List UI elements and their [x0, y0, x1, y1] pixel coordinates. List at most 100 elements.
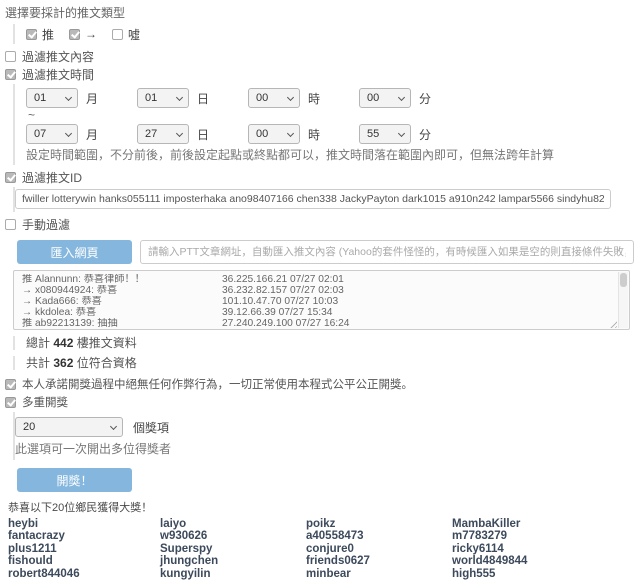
boo-checkbox[interactable] — [112, 29, 123, 40]
push-type-title: 選擇要採計的推文類型 — [5, 6, 634, 20]
filter-id-checkbox[interactable] — [5, 172, 16, 183]
minute-unit-label: 分 — [419, 126, 431, 143]
import-row: 匯入網頁 — [17, 240, 634, 264]
time-end-row: 07 月 27 日 00 時 55 分 — [26, 123, 634, 145]
day-unit-label: 日 — [197, 90, 209, 107]
prize-count-select[interactable]: 20 — [15, 417, 123, 437]
draw-button[interactable]: 開獎！ — [17, 468, 132, 492]
time-range-block: 01 月 01 日 00 時 00 分 ~ 07 月 27 — [13, 84, 634, 165]
filter-id-label: 過濾推文ID — [22, 169, 82, 186]
import-page-button[interactable]: 匯入網頁 — [17, 240, 132, 264]
comments-textarea[interactable]: 推 Alannunn: 恭喜律師！！ 36.225.166.21 07/27 0… — [13, 270, 630, 330]
multi-draw-checkbox[interactable] — [5, 397, 16, 408]
arrow-checkbox[interactable] — [69, 29, 80, 40]
chevron-down-icon — [287, 130, 294, 137]
winner-name: kungyilin — [160, 568, 306, 580]
winner-name: world4849844 — [452, 555, 634, 567]
winner-column: MambaKiller m7783279 ricky6114 world4849… — [452, 518, 634, 580]
comment-row: → kkdolea: 恭喜 39.12.66.39 07/27 15:34 — [22, 307, 613, 318]
hour-unit-label: 時 — [308, 90, 320, 107]
scrollbar-track[interactable] — [618, 272, 628, 328]
filter-time-row: 過濾推文時間 — [5, 66, 634, 82]
end-month-select[interactable]: 07 — [26, 124, 78, 144]
winner-name: jhungchen — [160, 555, 306, 567]
filter-content-checkbox[interactable] — [5, 51, 16, 62]
comment-row: 推 ab92213139: 抽抽 27.240.249.100 07/27 16… — [22, 318, 613, 329]
filter-content-row: 過濾推文內容 — [5, 48, 634, 64]
qualified-users-count: 362 — [53, 356, 73, 370]
arrow-checkbox-label: → — [85, 27, 97, 41]
winner-name: MambaKiller — [452, 518, 634, 530]
lottery-helper-page: 選擇要採計的推文類型 推 → 噓 過濾推文內容 過濾推文時間 01 月 — [0, 0, 640, 580]
prize-unit-label: 個獎項 — [133, 419, 169, 436]
start-hour-select[interactable]: 00 — [248, 88, 300, 108]
winner-name: laiyo — [160, 518, 306, 530]
push-type-option-arrow: → — [69, 27, 97, 41]
push-type-option-push: 推 — [26, 26, 54, 43]
comment-row: → x080944924: 恭喜 36.232.82.157 07/27 02:… — [22, 285, 613, 296]
manual-filter-label: 手動過濾 — [22, 216, 70, 233]
winner-name: ricky6114 — [452, 543, 634, 555]
winner-name: m7783279 — [452, 530, 634, 542]
qualified-users-stat: 共計 362 位符合資格 — [13, 356, 634, 370]
chevron-down-icon — [287, 94, 294, 101]
hour-unit-label: 時 — [308, 126, 320, 143]
filter-id-block — [13, 187, 634, 212]
range-tilde: ~ — [28, 110, 634, 122]
article-url-input[interactable] — [140, 240, 634, 264]
winner-name: Superspy — [160, 543, 306, 555]
push-type-options: 推 → 噓 — [13, 24, 634, 44]
end-hour-select[interactable]: 00 — [248, 124, 300, 144]
winner-name: plus1211 — [8, 543, 160, 555]
manual-filter-checkbox[interactable] — [5, 219, 16, 230]
multi-draw-label: 多重開獎 — [22, 394, 68, 410]
winner-column: heybi fantacrazy plus1211 fishould rober… — [8, 518, 160, 580]
total-comments-stat: 總計 442 樓推文資料 — [13, 336, 634, 350]
winner-name: robert844046 — [8, 568, 160, 580]
end-day-select[interactable]: 27 — [137, 124, 189, 144]
start-month-select[interactable]: 01 — [26, 88, 78, 108]
fairness-promise-checkbox[interactable] — [5, 379, 16, 390]
winner-list: heybi fantacrazy plus1211 fishould rober… — [8, 518, 634, 580]
multi-draw-row: 多重開獎 — [5, 394, 634, 410]
boo-checkbox-label: 噓 — [128, 26, 140, 43]
month-unit-label: 月 — [86, 90, 98, 107]
start-day-select[interactable]: 01 — [137, 88, 189, 108]
chevron-down-icon — [176, 130, 183, 137]
day-unit-label: 日 — [197, 126, 209, 143]
filter-content-label: 過濾推文內容 — [22, 48, 94, 65]
time-start-row: 01 月 01 日 00 時 00 分 — [26, 87, 634, 109]
winner-name: friends0627 — [306, 555, 452, 567]
comment-row: 推 Alannunn: 恭喜律師！！ 36.225.166.21 07/27 0… — [22, 274, 613, 285]
chevron-down-icon — [398, 130, 405, 137]
filter-id-row: 過濾推文ID — [5, 169, 634, 185]
winner-name: fishould — [8, 555, 160, 567]
start-minute-select[interactable]: 00 — [359, 88, 411, 108]
multi-draw-block: 20 個獎項 此選項可一次開出多位得獎者 — [13, 412, 634, 460]
chevron-down-icon — [176, 94, 183, 101]
push-checkbox[interactable] — [26, 29, 37, 40]
winner-column: laiyo w930626 Superspy jhungchen kungyil… — [160, 518, 306, 580]
time-range-hint: 設定時間範圍，不分前後，前後設定起點或終點都可以，推文時間落在範圍內即可，但無法… — [26, 148, 634, 163]
chevron-down-icon — [398, 94, 405, 101]
chevron-down-icon — [110, 423, 117, 430]
end-minute-select[interactable]: 55 — [359, 124, 411, 144]
winner-name: heybi — [8, 518, 160, 530]
multi-draw-note: 此選項可一次開出多位得獎者 — [15, 441, 634, 457]
filter-id-input[interactable] — [15, 189, 611, 209]
winner-name: fantacrazy — [8, 530, 160, 542]
minute-unit-label: 分 — [419, 90, 431, 107]
winner-name: poikz — [306, 518, 452, 530]
winner-name: high555 — [452, 568, 634, 580]
push-checkbox-label: 推 — [42, 26, 54, 43]
result-headline: 恭喜以下20位鄉民獲得大獎！ — [8, 502, 634, 515]
winner-name: minbear — [306, 568, 452, 580]
winner-name: a40558473 — [306, 530, 452, 542]
push-type-option-boo: 噓 — [112, 26, 140, 43]
fairness-promise-label: 本人承諾開獎過程中絕無任何作弊行為，一切正常使用本程式公平公正開獎。 — [22, 376, 413, 392]
filter-time-label: 過濾推文時間 — [22, 66, 94, 83]
month-unit-label: 月 — [86, 126, 98, 143]
filter-time-checkbox[interactable] — [5, 69, 16, 80]
chevron-down-icon — [65, 94, 72, 101]
scrollbar-thumb[interactable] — [620, 273, 627, 287]
